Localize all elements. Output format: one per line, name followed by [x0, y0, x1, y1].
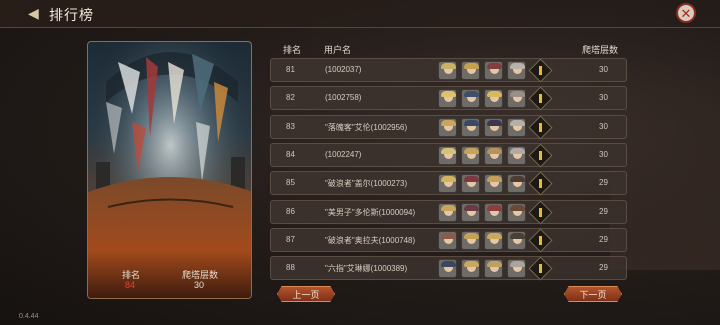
row-rank: 83: [286, 122, 295, 131]
hero-lineup: [438, 171, 553, 196]
hero-lineup: [438, 115, 553, 140]
prev-page-button[interactable]: 上一页: [277, 286, 335, 302]
hero-avatar-icon[interactable]: [507, 146, 526, 165]
row-rank: 86: [286, 207, 295, 216]
hero-lineup: [438, 256, 553, 281]
hero-avatar-icon[interactable]: [461, 89, 480, 108]
row-rank: 81: [286, 65, 295, 74]
table-row[interactable]: 86 "美男子"多伦斯(1000094) 29: [270, 200, 627, 225]
rank-badge-icon: [528, 228, 553, 253]
hero-avatar-icon[interactable]: [461, 174, 480, 193]
column-header-rank: 排名: [283, 45, 302, 55]
hero-avatar-icon[interactable]: [484, 118, 503, 137]
hero-lineup: [438, 228, 553, 253]
hero-avatar-icon[interactable]: [507, 174, 526, 193]
my-floor-value: 30: [194, 280, 205, 290]
hero-avatar-icon[interactable]: [461, 146, 480, 165]
row-floor: 30: [599, 150, 608, 159]
row-rank: 84: [286, 150, 295, 159]
hero-avatar-icon[interactable]: [438, 61, 457, 80]
hero-avatar-icon[interactable]: [438, 146, 457, 165]
hero-avatar-icon[interactable]: [484, 203, 503, 222]
my-rank-stats: 排名 84 爬塔层数 30: [88, 268, 251, 298]
my-rank-value: 84: [125, 280, 136, 290]
hero-avatar-icon[interactable]: [438, 231, 457, 250]
rank-badge-icon: [528, 58, 553, 83]
hero-avatar-icon[interactable]: [438, 174, 457, 193]
hero-avatar-icon[interactable]: [484, 89, 503, 108]
hero-avatar-icon[interactable]: [484, 231, 503, 250]
hero-avatar-icon[interactable]: [484, 146, 503, 165]
table-row[interactable]: 82 (1002758) 30: [270, 86, 627, 111]
hero-avatar-icon[interactable]: [461, 61, 480, 80]
row-floor: 30: [599, 122, 608, 131]
hero-avatar-icon[interactable]: [438, 89, 457, 108]
rank-badge-icon: [528, 171, 553, 196]
hero-avatar-icon[interactable]: [484, 259, 503, 278]
hero-avatar-icon[interactable]: [438, 203, 457, 222]
rank-badge-icon: [528, 200, 553, 225]
title-bar: ◀ 排行榜 ✕: [0, 0, 720, 28]
table-row[interactable]: 87 "破浪者"奥拉夫(1000748) 29: [270, 228, 627, 253]
row-username: "六指"艾琳娜(1000389): [325, 264, 408, 273]
row-floor: 29: [599, 235, 608, 244]
row-username: "破浪者"盖尔(1000273): [325, 179, 408, 188]
row-floor: 29: [599, 178, 608, 187]
table-row[interactable]: 81 (1002037) 30: [270, 58, 627, 83]
hero-avatar-icon[interactable]: [461, 259, 480, 278]
player-portrait-panel: 排名 84 爬塔层数 30: [87, 41, 252, 299]
hero-avatar-icon[interactable]: [438, 259, 457, 278]
row-rank: 82: [286, 93, 295, 102]
row-username: (1002758): [325, 93, 362, 102]
hero-avatar-icon[interactable]: [507, 203, 526, 222]
row-username: "美男子"多伦斯(1000094): [325, 208, 416, 217]
column-header-username: 用户名: [324, 45, 352, 55]
hero-avatar-icon[interactable]: [507, 61, 526, 80]
next-page-button[interactable]: 下一页: [564, 286, 622, 302]
hero-lineup: [438, 200, 553, 225]
row-rank: 87: [286, 235, 295, 244]
banner-artwork: [88, 42, 251, 298]
table-row[interactable]: 83 "落魄客"艾伦(1002956) 30: [270, 115, 627, 140]
row-floor: 29: [599, 207, 608, 216]
row-floor: 30: [599, 65, 608, 74]
hero-lineup: [438, 86, 553, 111]
row-username: "落魄客"艾伦(1002956): [325, 123, 408, 132]
table-row[interactable]: 85 "破浪者"盖尔(1000273) 29: [270, 171, 627, 196]
version-label: 0.4.44: [19, 313, 39, 320]
row-username: (1002247): [325, 150, 362, 159]
close-button[interactable]: ✕: [676, 3, 696, 23]
table-row[interactable]: 84 (1002247) 30: [270, 143, 627, 168]
hero-avatar-icon[interactable]: [461, 203, 480, 222]
hero-avatar-icon[interactable]: [484, 61, 503, 80]
rank-badge-icon: [528, 143, 553, 168]
hero-avatar-icon[interactable]: [484, 174, 503, 193]
hero-lineup: [438, 143, 553, 168]
hero-avatar-icon[interactable]: [438, 118, 457, 137]
row-rank: 85: [286, 178, 295, 187]
row-floor: 30: [599, 93, 608, 102]
hero-avatar-icon[interactable]: [507, 231, 526, 250]
hero-avatar-icon[interactable]: [507, 259, 526, 278]
row-username: "破浪者"奥拉夫(1000748): [325, 236, 416, 245]
row-floor: 29: [599, 263, 608, 272]
back-arrow-icon[interactable]: ◀: [28, 5, 44, 21]
rank-badge-icon: [528, 115, 553, 140]
close-icon: ✕: [680, 5, 692, 21]
hero-lineup: [438, 58, 553, 83]
hero-avatar-icon[interactable]: [507, 118, 526, 137]
hero-avatar-icon[interactable]: [461, 118, 480, 137]
row-username: (1002037): [325, 65, 362, 74]
row-rank: 88: [286, 263, 295, 272]
column-header-floor: 爬塔层数: [582, 45, 619, 55]
hero-avatar-icon[interactable]: [507, 89, 526, 108]
table-row[interactable]: 88 "六指"艾琳娜(1000389) 29: [270, 256, 627, 281]
page-title: 排行榜: [49, 7, 94, 23]
rank-badge-icon: [528, 86, 553, 111]
hero-avatar-icon[interactable]: [461, 231, 480, 250]
rank-badge-icon: [528, 256, 553, 281]
